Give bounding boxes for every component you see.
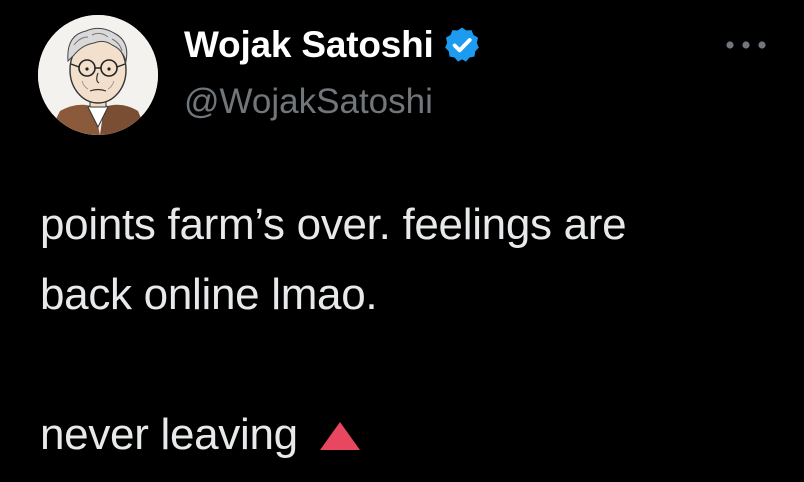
tweet-closing-line: never leaving (40, 400, 780, 470)
more-horizontal-icon (726, 41, 766, 49)
author-name-row: Wojak Satoshi (184, 22, 482, 68)
tweet-text-line: points farm’s over. feelings are (40, 200, 627, 249)
wojak-avatar-icon (38, 15, 158, 135)
tweet-text-line: back online lmao. (40, 270, 378, 319)
more-options-button[interactable] (720, 28, 772, 62)
avatar[interactable] (38, 15, 158, 135)
tweet-closing-text: never leaving (40, 410, 298, 459)
verified-badge-icon (442, 25, 482, 65)
tweet-text-spacer (40, 330, 780, 400)
author-display-name[interactable]: Wojak Satoshi (184, 22, 434, 68)
red-triangle-up-icon (318, 420, 362, 452)
author-handle[interactable]: @WojakSatoshi (184, 80, 433, 124)
tweet-card: Wojak Satoshi @WojakSatoshi points farm’… (0, 0, 804, 482)
tweet-text: points farm’s over. feelings are back on… (40, 190, 780, 470)
